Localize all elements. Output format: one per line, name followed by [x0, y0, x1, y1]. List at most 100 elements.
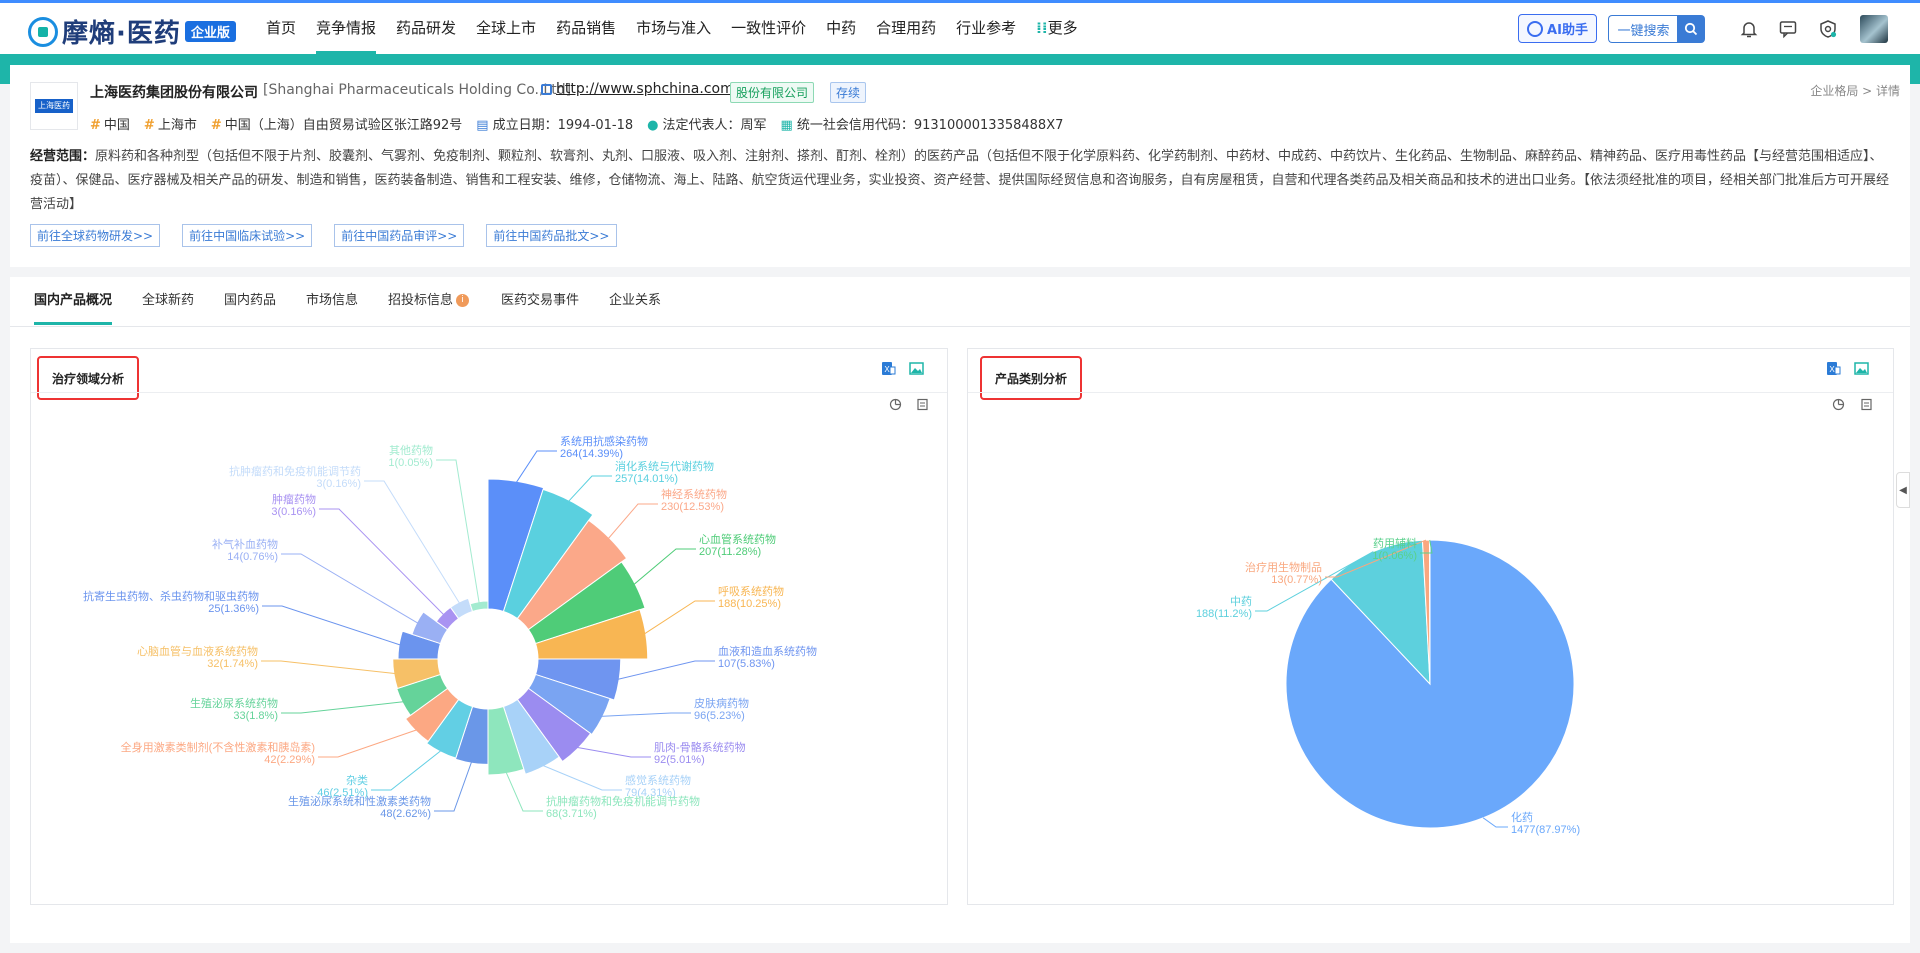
slice-leader-line	[600, 712, 691, 717]
svg-text:X: X	[1829, 365, 1835, 374]
excel-export-icon[interactable]: X	[881, 361, 896, 376]
table-view-icon[interactable]	[916, 398, 929, 411]
company-logo-text: 上海医药	[35, 99, 73, 113]
nav-item-rnd[interactable]: 药品研发	[388, 3, 464, 54]
slice-value-label: 14(0.76%)	[227, 551, 278, 563]
slice-value-label: 230(12.53%)	[661, 501, 724, 513]
go-links: 前往全球药物研发>> 前往中国临床试验>> 前往中国药品审评>> 前往中国药品批…	[30, 224, 639, 247]
slice-category-label: 神经系统药物	[661, 487, 727, 501]
slice-leader-line	[515, 450, 557, 484]
company-name-en: [Shanghai Pharmaceuticals Holding Co.,Lt…	[263, 82, 572, 98]
slice-leader-line	[261, 660, 396, 675]
link-icon	[541, 84, 552, 95]
company-type-badge: 股份有限公司	[730, 82, 815, 103]
nav-item-industry[interactable]: 行业参考	[948, 3, 1024, 54]
nav-item-home[interactable]: 首页	[258, 3, 304, 54]
hash-icon: #	[90, 118, 101, 133]
tab-market-info[interactable]: 市场信息	[306, 277, 358, 325]
go-drug-review-link[interactable]: 前往中国药品审评>>	[334, 224, 465, 247]
user-avatar[interactable]	[1860, 15, 1888, 43]
tab-pharma-deals[interactable]: 医药交易事件	[501, 277, 579, 325]
slice-category-label: 肿瘤药物	[272, 492, 316, 506]
slice-value-label: 1477(87.97%)	[1511, 824, 1580, 836]
company-logo: 上海医药	[30, 82, 78, 130]
slice-category-label: 抗肿瘤药物和免疫机能调节药物	[546, 794, 700, 808]
content-tabs: 国内产品概况 全球新药 国内药品 市场信息 招投标信息 i 医药交易事件 企业关系	[10, 277, 1910, 327]
hash-icon: #	[210, 118, 222, 133]
company-status-badge: 存续	[830, 82, 867, 103]
meta-country-value: 中国	[103, 118, 130, 133]
excel-export-icon[interactable]: X	[1826, 361, 1841, 376]
search-icon	[1684, 22, 1698, 36]
slice-leader-line	[541, 764, 622, 791]
slice-leader-line	[319, 508, 445, 616]
go-global-rnd-link[interactable]: 前往全球药物研发>>	[30, 224, 161, 247]
side-collapse-handle[interactable]: ◀	[1896, 472, 1910, 508]
go-clinical-trials-link[interactable]: 前往中国临床试验>>	[182, 224, 313, 247]
search-submit-button[interactable]	[1677, 15, 1705, 43]
tab-bidding-info[interactable]: 招投标信息 i	[388, 277, 470, 325]
shield-settings-icon[interactable]	[1815, 16, 1841, 42]
slice-leader-line	[318, 729, 418, 758]
go-drug-approval-link[interactable]: 前往中国药品批文>>	[486, 224, 617, 247]
slice-leader-line	[1482, 817, 1508, 828]
tab-domestic-overview[interactable]: 国内产品概况	[34, 277, 113, 325]
nav-item-global-launch[interactable]: 全球上市	[468, 3, 544, 54]
nav-item-competition[interactable]: 竞争情报	[308, 3, 384, 54]
product-category-panel: 产品类别分析 X 化药 1477(87.97%) 中药 188(11.2%) 治疗用生物…	[967, 348, 1894, 905]
analysis-area: 治疗领域分析 X 系统用抗感染药物 264(14.39%) 消化系统与代谢药物 257…	[10, 327, 1910, 943]
business-scope-label: 经营范围：	[30, 149, 96, 164]
people-icon: ●	[647, 118, 659, 133]
table-view-icon[interactable]	[1860, 398, 1873, 411]
company-website-link[interactable]: http://www.sphchina.com/	[556, 81, 738, 97]
quick-search-button[interactable]: 一键搜索	[1608, 15, 1678, 43]
slice-leader-line	[505, 771, 543, 812]
meta-legal-rep-value: 周军	[740, 118, 767, 133]
tab-company-relations[interactable]: 企业关系	[609, 277, 661, 325]
pie-slice[interactable]	[1428, 539, 1431, 685]
meta-founded-label: 成立日期：	[492, 118, 558, 133]
slice-value-label: 68(3.71%)	[546, 808, 597, 820]
slice-value-label: 1(0.05%)	[388, 457, 433, 469]
slice-category-label: 治疗用生物制品	[1245, 560, 1322, 574]
hash-icon: #	[143, 118, 155, 133]
tab-global-new-drugs[interactable]: 全球新药	[142, 277, 194, 325]
message-icon[interactable]	[1775, 16, 1801, 42]
therapy-area-panel: 治疗领域分析 X 系统用抗感染药物 264(14.39%) 消化系统与代谢药物 257…	[30, 348, 948, 905]
slice-value-label: 207(11.28%)	[699, 546, 761, 558]
image-export-icon[interactable]	[1854, 361, 1869, 376]
meta-address: # 中国（上海）自由贸易试验区张江路92号	[211, 114, 462, 133]
meta-address-value: 中国（上海）自由贸易试验区张江路92号	[224, 118, 463, 133]
pie-chart-icon[interactable]	[1832, 398, 1845, 411]
panel-title-category: 产品类别分析	[980, 356, 1082, 400]
nav-item-sales[interactable]: 药品销售	[548, 3, 624, 54]
company-info-card: 上海医药 上海医药集团股份有限公司 [Shanghai Pharmaceutic…	[10, 65, 1910, 267]
bell-icon[interactable]	[1736, 16, 1762, 42]
tab-domestic-drugs[interactable]: 国内药品	[224, 277, 276, 325]
nav-item-market-access[interactable]: 市场与准入	[628, 3, 719, 54]
ai-assistant-button[interactable]: AI助手	[1518, 14, 1597, 43]
chevron-left-icon: ◀	[1899, 484, 1907, 496]
slice-value-label: 264(14.39%)	[560, 448, 623, 460]
slice-leader-line	[436, 459, 480, 604]
nav-item-more[interactable]: ⁞⁞更多	[1028, 3, 1085, 54]
nav-item-tcm[interactable]: 中药	[818, 3, 864, 54]
slice-category-label: 药用辅料	[1373, 536, 1417, 550]
slice-value-label: 3(0.16%)	[271, 506, 316, 518]
slice-leader-line	[281, 553, 419, 625]
slice-value-label: 257(14.01%)	[615, 473, 678, 485]
nav-item-rational-use[interactable]: 合理用药	[868, 3, 944, 54]
image-export-icon[interactable]	[909, 361, 924, 376]
nav-more-label: 更多	[1047, 19, 1078, 37]
slice-category-label: 肌肉-骨骼系统药物	[654, 740, 746, 754]
grid-dots-icon: ⁞⁞	[1036, 19, 1048, 37]
slice-category-label: 化药	[1511, 810, 1533, 824]
breadcrumb[interactable]: 企业格局 > 详情	[1810, 82, 1900, 99]
slice-value-label: 1(0.06%)	[1372, 550, 1417, 562]
slice-category-label: 抗寄生虫药物、杀虫药物和驱虫药物	[83, 589, 259, 603]
pie-chart-icon[interactable]	[889, 398, 902, 411]
slice-category-label: 呼吸系统药物	[718, 584, 784, 598]
slice-leader-line	[643, 600, 715, 635]
brand-logo[interactable]: 摩熵·医药 企业版	[28, 13, 236, 50]
nav-item-consistency[interactable]: 一致性评价	[723, 3, 814, 54]
